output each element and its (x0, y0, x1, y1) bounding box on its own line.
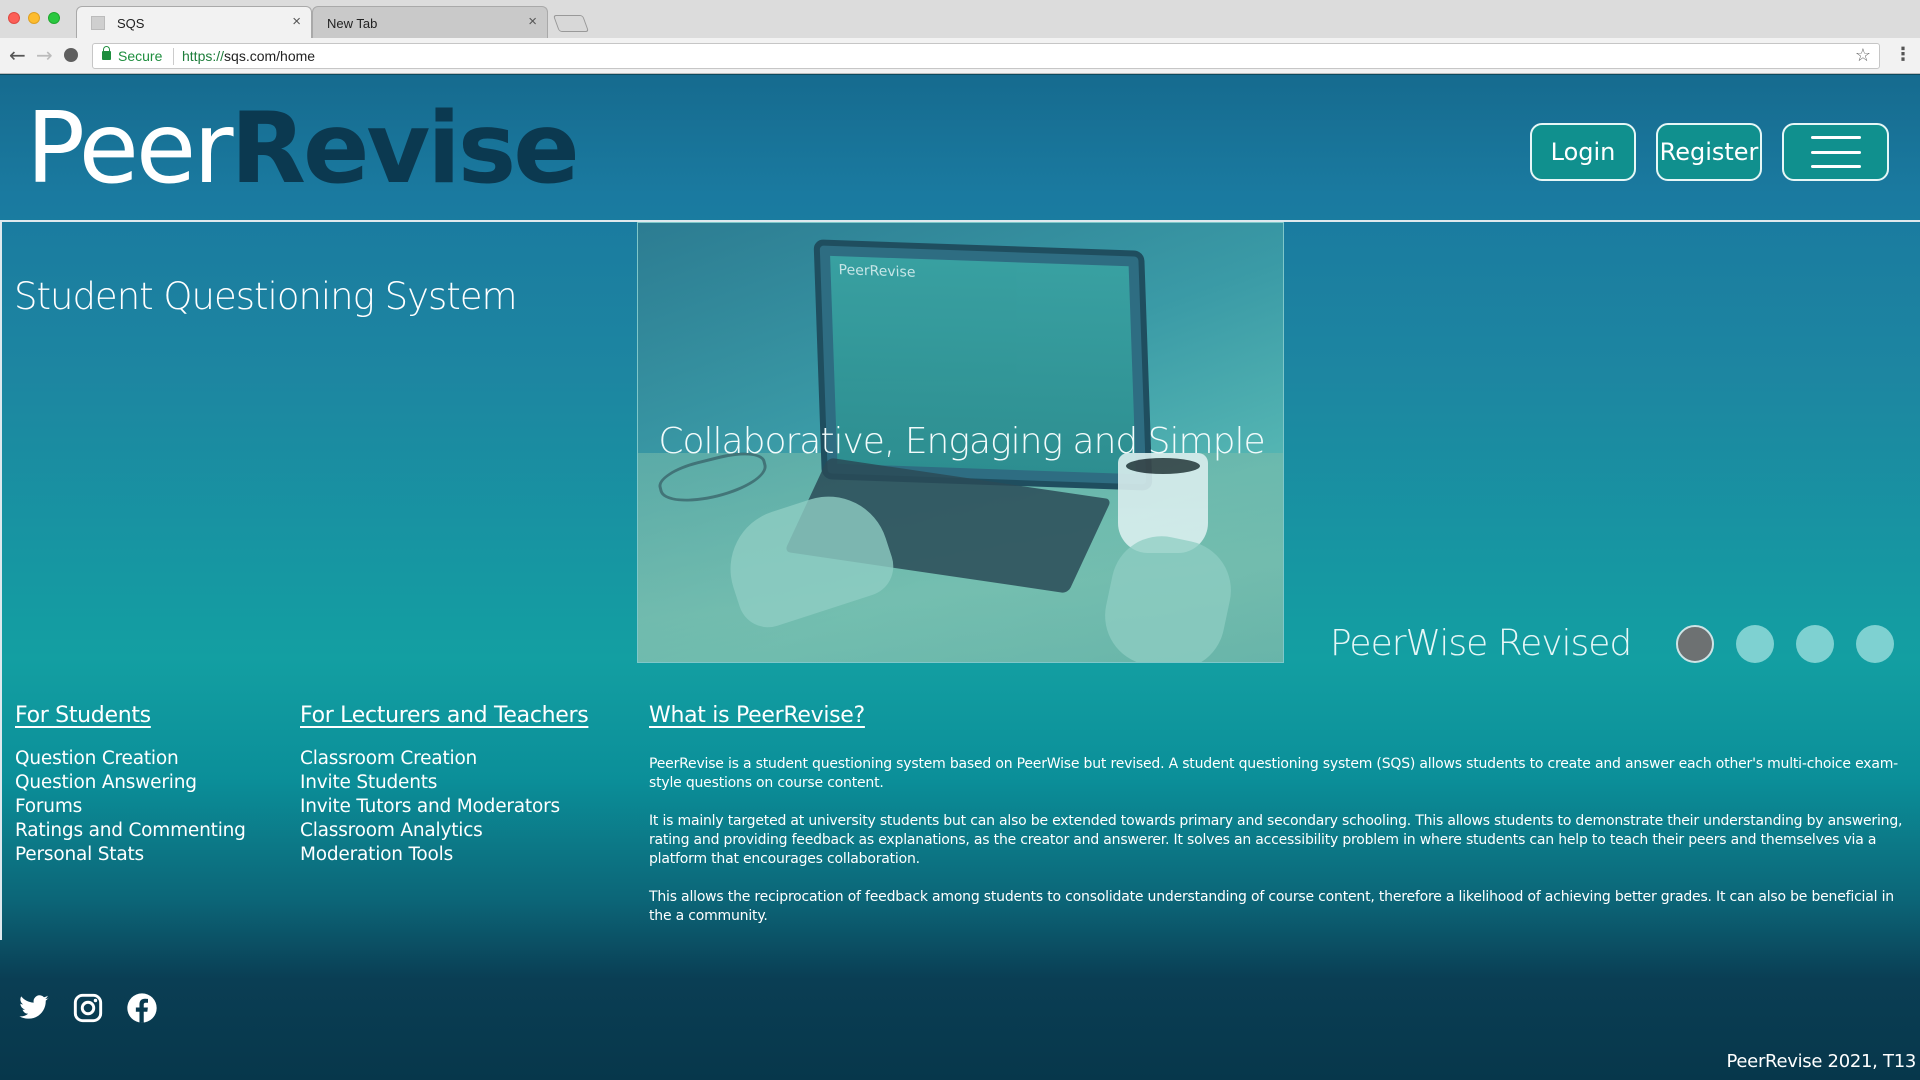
tab-title: New Tab (327, 16, 378, 31)
copyright-text: PeerRevise 2021, T13 (1726, 1051, 1916, 1072)
tab-close-icon[interactable]: × (528, 13, 537, 30)
lock-icon (102, 46, 111, 60)
new-tab-button[interactable] (552, 15, 590, 32)
maximize-window-icon[interactable] (48, 12, 60, 24)
hero-left-border (0, 220, 2, 940)
site-logo[interactable]: PeerRevise (26, 91, 580, 209)
carousel-dot-3[interactable] (1796, 625, 1834, 663)
login-button[interactable]: Login (1530, 123, 1636, 181)
register-button[interactable]: Register (1656, 123, 1762, 181)
students-feature-list: Question Creation Question Answering For… (15, 747, 246, 867)
about-paragraph-3: This allows the reciprocation of feedbac… (649, 889, 1894, 924)
address-bar[interactable]: Secure https://sqs.com/home ☆ (92, 43, 1880, 69)
image-screen-logo: PeerRevise (838, 262, 916, 281)
reload-icon[interactable] (64, 48, 78, 62)
students-heading-link[interactable]: For Students (15, 703, 151, 728)
about-text: PeerRevise is a student questioning syst… (649, 755, 1920, 945)
twitter-icon[interactable] (18, 992, 50, 1024)
bookmark-star-icon[interactable]: ☆ (1855, 45, 1871, 66)
browser-menu-icon[interactable]: ⋮ (1894, 44, 1912, 65)
tab-title: SQS (117, 16, 145, 31)
carousel-slide-label: PeerWise Revised (1330, 623, 1632, 664)
teachers-heading-link[interactable]: For Lecturers and Teachers (300, 703, 589, 728)
browser-toolbar: ← → Secure https://sqs.com/home ☆ ⋮ (0, 38, 1920, 74)
hero-title: Student Questioning System (14, 275, 518, 318)
address-divider (173, 48, 174, 65)
logo-peer: Peer (26, 92, 233, 206)
forward-arrow-icon[interactable]: → (36, 43, 53, 67)
tab-sqs[interactable]: SQS × (76, 6, 312, 38)
teachers-feature-list: Classroom Creation Invite Students Invit… (300, 747, 560, 867)
site-header: PeerRevise Login Register (0, 75, 1920, 220)
hero-caption: Collaborative, Engaging and Simple (658, 421, 1265, 462)
browser-tab-strip: SQS × New Tab × (0, 0, 1920, 38)
page-favicon-icon (91, 16, 105, 30)
teachers-item-invite-students[interactable]: Invite Students (300, 771, 560, 795)
hero-carousel-image: PeerRevise Collaborative, Engaging and S… (637, 222, 1284, 663)
close-window-icon[interactable] (8, 12, 20, 24)
about-paragraph-1: PeerRevise is a student questioning syst… (649, 756, 1899, 791)
url-text[interactable]: https://sqs.com/home (182, 48, 315, 64)
carousel-dot-4[interactable] (1856, 625, 1894, 663)
students-item-question-creation[interactable]: Question Creation (15, 747, 246, 771)
carousel-dot-2[interactable] (1736, 625, 1774, 663)
page-body: PeerRevise Login Register Student Questi… (0, 75, 1920, 1080)
tab-close-icon[interactable]: × (292, 13, 301, 30)
secure-label: Secure (118, 48, 163, 64)
tab-new-tab[interactable]: New Tab × (312, 6, 548, 38)
carousel-dot-1[interactable] (1676, 625, 1714, 663)
about-heading-link[interactable]: What is PeerRevise? (649, 703, 865, 728)
teachers-item-classroom-creation[interactable]: Classroom Creation (300, 747, 560, 771)
logo-revise: Revise (230, 92, 579, 206)
back-arrow-icon[interactable]: ← (9, 43, 26, 67)
hamburger-icon (1810, 136, 1861, 168)
url-host-path: sqs.com/home (224, 48, 316, 64)
minimize-window-icon[interactable] (28, 12, 40, 24)
instagram-icon[interactable] (72, 992, 104, 1024)
students-item-question-answering[interactable]: Question Answering (15, 771, 246, 795)
facebook-icon[interactable] (126, 992, 158, 1024)
teachers-item-classroom-analytics[interactable]: Classroom Analytics (300, 819, 560, 843)
students-item-ratings-commenting[interactable]: Ratings and Commenting (15, 819, 246, 843)
students-item-forums[interactable]: Forums (15, 795, 246, 819)
menu-button[interactable] (1782, 123, 1889, 181)
url-scheme: https:// (182, 48, 225, 64)
teachers-item-moderation-tools[interactable]: Moderation Tools (300, 843, 560, 867)
students-item-personal-stats[interactable]: Personal Stats (15, 843, 246, 867)
teachers-item-invite-tutors[interactable]: Invite Tutors and Moderators (300, 795, 560, 819)
about-paragraph-2: It is mainly targeted at university stud… (649, 813, 1903, 867)
